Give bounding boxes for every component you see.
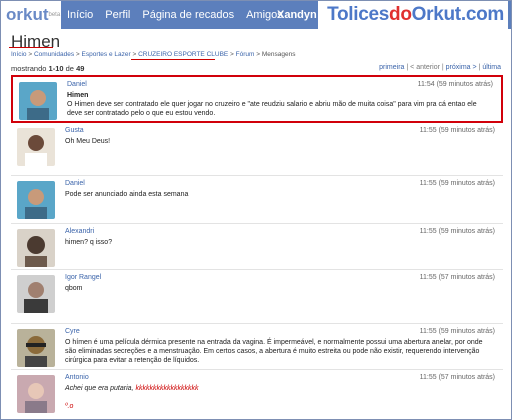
- avatar[interactable]: [17, 275, 55, 313]
- avatar[interactable]: [19, 82, 57, 120]
- pager-next[interactable]: próxima >: [446, 64, 477, 71]
- message-body: Oh Meu Deus!: [65, 138, 111, 145]
- breadcrumb-highlight: [131, 59, 215, 60]
- list-item: Alexandri 11:55 (59 minutos atrás) himen…: [11, 224, 503, 270]
- timestamp: 11:55 (59 minutos atrás): [419, 228, 495, 235]
- list-item: Antonio 11:55 (57 minutos atrás) Achei q…: [11, 370, 503, 413]
- list-item: Gusta 11:55 (59 minutos atrás) Oh Meu De…: [11, 123, 503, 176]
- top-nav-bar: orkutbeta Início Perfil Página de recado…: [1, 1, 511, 29]
- avatar[interactable]: [17, 229, 55, 267]
- pager-last[interactable]: última: [482, 64, 501, 71]
- list-item: Igor Rangel 11:55 (57 minutos atrás) qbo…: [11, 270, 503, 324]
- pager-first[interactable]: primeira: [379, 64, 404, 71]
- pager-prev[interactable]: < anterior: [410, 64, 440, 71]
- message-subject: Himen: [67, 92, 89, 99]
- timestamp: 11:55 (59 minutos atrás): [419, 180, 495, 187]
- message-body: Achei que era putaria, kkkkkkkkkkkkkkkkk…: [65, 385, 199, 410]
- breadcrumb-community[interactable]: CRUZEIRO ESPORTE CLUBE: [138, 51, 228, 58]
- avatar[interactable]: [17, 375, 55, 413]
- nav-scraps[interactable]: Página de recados: [142, 9, 234, 21]
- orkut-window: orkutbeta Início Perfil Página de recado…: [0, 0, 512, 420]
- avatar[interactable]: [17, 128, 55, 166]
- message-body: Himen O Himen deve ser contratado ele que…: [67, 91, 491, 118]
- nav-profile[interactable]: Perfil: [105, 9, 130, 21]
- breadcrumb-category[interactable]: Esportes e Lazer: [82, 51, 131, 58]
- message-body: O hímen é uma película dérmica presente …: [65, 339, 483, 364]
- site-watermark: TolicesdoOrkut.com: [318, 1, 508, 29]
- breadcrumb: Início > Comunidades > Esportes e Lazer …: [11, 51, 296, 58]
- list-item: Cyre 11:55 (59 minutos atrás) O hímen é …: [11, 324, 503, 370]
- title-underline: [9, 47, 53, 48]
- message-body: qbom: [65, 285, 83, 292]
- author-link[interactable]: Daniel: [67, 81, 87, 88]
- author-link[interactable]: Igor Rangel: [65, 274, 101, 281]
- pagination: primeira | < anterior | próxima > | últi…: [379, 64, 501, 71]
- timestamp: 11:55 (59 minutos atrás): [419, 127, 495, 134]
- page-title: Himen: [11, 32, 61, 51]
- message-body: himen? q isso?: [65, 239, 113, 246]
- author-link[interactable]: Cyre: [65, 328, 80, 335]
- results-count: mostrando 1-10 de 49: [11, 64, 85, 73]
- breadcrumb-current: Mensagens: [261, 51, 296, 58]
- user-name[interactable]: Xandyn: [277, 1, 317, 29]
- list-item: Daniel 11:55 (59 minutos atrás) Pode ser…: [11, 176, 503, 224]
- orkut-logo[interactable]: orkutbeta: [1, 1, 61, 29]
- author-link[interactable]: Daniel: [65, 180, 85, 187]
- author-link[interactable]: Gusta: [65, 127, 84, 134]
- nav-home[interactable]: Início: [67, 9, 93, 21]
- breadcrumb-forum[interactable]: Fórum: [236, 51, 255, 58]
- message-list: Daniel 11:54 (59 minutos atrás) Himen O H…: [11, 75, 503, 413]
- breadcrumb-home[interactable]: Início: [11, 51, 27, 58]
- timestamp: 11:55 (57 minutos atrás): [419, 374, 495, 381]
- timestamp: 11:55 (59 minutos atrás): [419, 328, 495, 335]
- main-nav: Início Perfil Página de recados Amigos: [67, 1, 295, 29]
- timestamp: 11:54 (59 minutos atrás): [417, 81, 493, 88]
- breadcrumb-communities[interactable]: Comunidades: [34, 51, 74, 58]
- author-link[interactable]: Antonio: [65, 374, 89, 381]
- timestamp: 11:55 (57 minutos atrás): [419, 274, 495, 281]
- list-item: Daniel 11:54 (59 minutos atrás) Himen O H…: [11, 75, 503, 123]
- avatar[interactable]: [17, 181, 55, 219]
- author-link[interactable]: Alexandri: [65, 228, 94, 235]
- message-body: Pode ser anunciado ainda esta semana: [65, 191, 189, 198]
- avatar[interactable]: [17, 329, 55, 367]
